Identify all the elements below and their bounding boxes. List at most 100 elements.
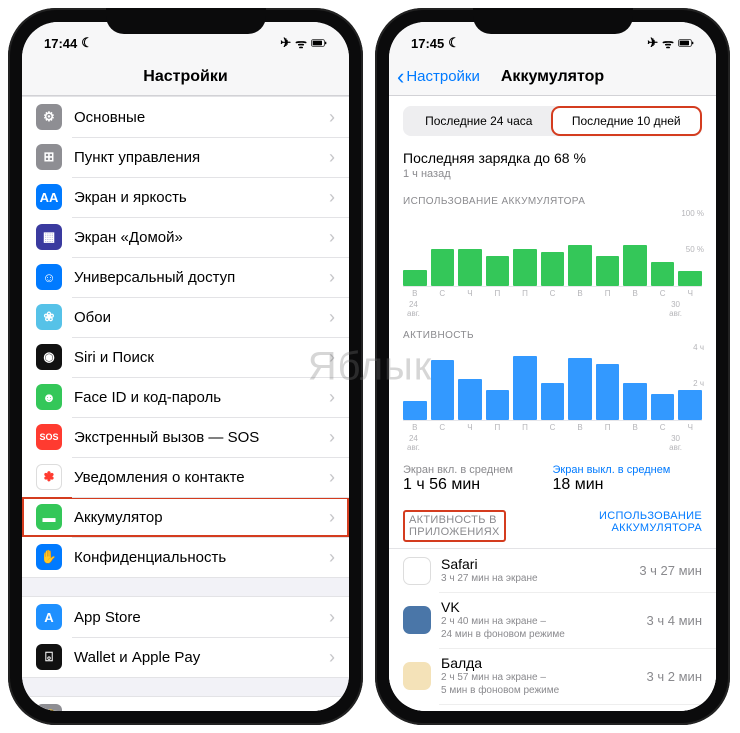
chart-bar[interactable]: [541, 252, 565, 286]
chart-bar[interactable]: [568, 245, 592, 286]
row-label: Face ID и код-пароль: [74, 389, 329, 406]
back-button[interactable]: ‹ Настройки: [397, 64, 480, 90]
settings-row[interactable]: ⚙Основные›: [22, 97, 349, 137]
settings-row[interactable]: ⊞Пункт управления›: [22, 137, 349, 177]
chevron-left-icon: ‹: [397, 64, 404, 90]
settings-row[interactable]: AAЭкран и яркость›: [22, 177, 349, 217]
app-sub: 2 ч 57 мин на экране –5 мин в фоновом ре…: [441, 671, 647, 697]
chart-bar[interactable]: [431, 360, 455, 420]
battery-detail[interactable]: Последние 24 часа Последние 10 дней Посл…: [389, 96, 716, 711]
chart-bar[interactable]: [458, 249, 482, 287]
row-icon: ▦: [36, 224, 62, 250]
row-icon: ❀: [36, 304, 62, 330]
tab-app-activity[interactable]: АКТИВНОСТЬ В ПРИЛОЖЕНИЯХ: [403, 510, 506, 542]
row-icon: ☺: [36, 264, 62, 290]
chevron-right-icon: ›: [329, 647, 335, 668]
chart-bar[interactable]: [403, 401, 427, 420]
chart-bar[interactable]: [486, 256, 510, 286]
app-row[interactable]: Балда2 ч 57 мин на экране –5 мин в фонов…: [389, 648, 716, 704]
xaxis-label: В: [623, 289, 647, 298]
chevron-right-icon: ›: [329, 147, 335, 168]
chart-bar[interactable]: [458, 379, 482, 420]
chart-bar[interactable]: [596, 256, 620, 286]
moon-icon: ☾: [448, 35, 460, 51]
settings-row[interactable]: ✽Уведомления о контакте›: [22, 457, 349, 497]
chevron-right-icon: ›: [329, 547, 335, 568]
header: Настройки: [22, 58, 349, 96]
settings-row[interactable]: 🔑Пароли›: [22, 697, 349, 711]
chart-bar[interactable]: [678, 390, 702, 420]
chart-bar[interactable]: [403, 270, 427, 287]
chevron-right-icon: ›: [329, 227, 335, 248]
settings-row[interactable]: ☻Face ID и код-пароль›: [22, 377, 349, 417]
chart-bar[interactable]: [623, 383, 647, 421]
xaxis-label: С: [651, 289, 675, 298]
screen-off-label: Экран выкл. в среднем: [553, 464, 703, 476]
row-icon: SOS: [36, 424, 62, 450]
tab-battery-usage[interactable]: ИСПОЛЬЗОВАНИЕ АККУМУЛЯТОРА: [526, 510, 702, 542]
chart-bar[interactable]: [486, 390, 510, 420]
chart-bar[interactable]: [513, 249, 537, 287]
activity-chart[interactable]: 4 ч 2 ч: [403, 345, 702, 421]
settings-row[interactable]: ▬Аккумулятор›: [22, 497, 349, 537]
row-icon: ⚙: [36, 104, 62, 130]
settings-row[interactable]: ❀Обои›: [22, 297, 349, 337]
seg-24h[interactable]: Последние 24 часа: [405, 108, 553, 134]
seg-10d[interactable]: Последние 10 дней: [553, 108, 701, 134]
chart-bar[interactable]: [541, 383, 565, 421]
chart-bar[interactable]: [568, 358, 592, 420]
xaxis-label: В: [403, 289, 427, 298]
row-label: Экран и яркость: [74, 189, 329, 206]
chevron-right-icon: ›: [329, 427, 335, 448]
back-label: Настройки: [406, 68, 480, 85]
xaxis-label: П: [486, 423, 510, 432]
wifi-icon: ᯤ: [295, 34, 307, 52]
xaxis-label: П: [596, 289, 620, 298]
xaxis-label: Ч: [458, 423, 482, 432]
settings-row[interactable]: AApp Store›: [22, 597, 349, 637]
row-icon: 🔑: [36, 704, 62, 711]
settings-row[interactable]: ▦Экран «Домой»›: [22, 217, 349, 257]
chevron-right-icon: ›: [329, 707, 335, 712]
chart-bar[interactable]: [651, 262, 675, 286]
app-icon: [403, 557, 431, 585]
chart-bar[interactable]: [513, 356, 537, 420]
chart-bar[interactable]: [623, 245, 647, 286]
settings-row[interactable]: SOS Экстренный вызов — SOS›: [22, 417, 349, 457]
row-label: Wallet и Apple Pay: [74, 649, 329, 666]
chart-bar[interactable]: [678, 271, 702, 286]
time-range-segment: Последние 24 часа Последние 10 дней: [403, 106, 702, 136]
chart-bar[interactable]: [596, 364, 620, 420]
app-icon: [403, 662, 431, 690]
xaxis-label: Ч: [458, 289, 482, 298]
row-label: Аккумулятор: [74, 509, 329, 526]
chart-bar[interactable]: [651, 394, 675, 420]
settings-row[interactable]: ☺ Универсальный доступ›: [22, 257, 349, 297]
battery-usage-chart[interactable]: 100 % 50 %: [403, 211, 702, 287]
app-row[interactable]: Safari3 ч 27 мин на экране3 ч 27 мин: [389, 549, 716, 592]
chevron-right-icon: ›: [329, 607, 335, 628]
chevron-right-icon: ›: [329, 267, 335, 288]
settings-row[interactable]: ✋Конфиденциальность›: [22, 537, 349, 577]
xaxis-label: В: [623, 423, 647, 432]
app-time: 3 ч 4 мин: [647, 613, 702, 628]
battery-icon: [311, 35, 327, 51]
app-name: VK: [441, 599, 647, 615]
xaxis-label: С: [651, 423, 675, 432]
app-name: Балда: [441, 655, 647, 671]
settings-row[interactable]: ⌻Wallet и Apple Pay›: [22, 637, 349, 677]
chevron-right-icon: ›: [329, 187, 335, 208]
xaxis-label: С: [431, 423, 455, 432]
wifi-icon: ᯤ: [662, 34, 674, 52]
header: ‹ Настройки Аккумулятор: [389, 58, 716, 96]
airplane-icon: ✈: [280, 35, 291, 51]
row-label: Экстренный вызов — SOS: [74, 429, 329, 446]
chart-bar[interactable]: [431, 249, 455, 287]
app-row[interactable]: VK2 ч 40 мин на экране –24 мин в фоновом…: [389, 592, 716, 648]
row-label: Универсальный доступ: [74, 269, 329, 286]
xaxis-label: П: [513, 289, 537, 298]
app-row[interactable]: Instagram: [389, 704, 716, 711]
settings-list[interactable]: ⚙Основные›⊞Пункт управления›AAЭкран и яр…: [22, 96, 349, 711]
xaxis-label: В: [403, 423, 427, 432]
settings-row[interactable]: ◉Siri и Поиск›: [22, 337, 349, 377]
